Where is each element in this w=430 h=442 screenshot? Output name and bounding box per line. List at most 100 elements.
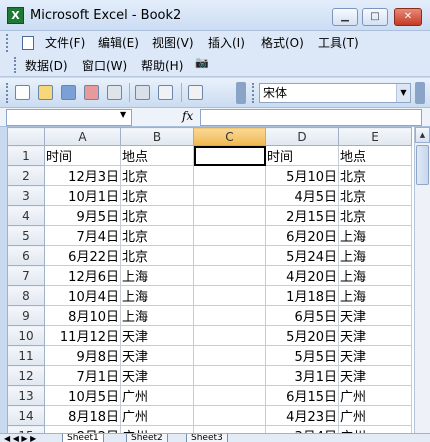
cell-d14[interactable]: 4月23日 <box>265 405 339 426</box>
column-header-a[interactable]: A <box>44 127 121 146</box>
cell-d4[interactable]: 2月15日 <box>265 205 339 226</box>
row-header[interactable]: 12 <box>7 365 45 386</box>
camera-icon[interactable]: 📷 <box>195 56 209 69</box>
cell-e7[interactable]: 上海 <box>338 265 412 286</box>
cell-e15[interactable]: 广州 <box>338 425 412 433</box>
cell-c4[interactable] <box>193 205 266 226</box>
menu-edit[interactable]: 编辑(E) <box>98 34 139 51</box>
cell-a5[interactable]: 7月4日 <box>44 225 121 246</box>
excel-app-icon[interactable]: X <box>7 7 24 24</box>
row-header[interactable]: 10 <box>7 325 45 346</box>
email-icon[interactable] <box>107 85 122 100</box>
cell-a4[interactable]: 9月5日 <box>44 205 121 226</box>
column-header-c[interactable]: C <box>193 127 266 146</box>
menu-help[interactable]: 帮助(H) <box>141 57 183 74</box>
cell-e8[interactable]: 上海 <box>338 285 412 306</box>
menu-format[interactable]: 格式(O) <box>261 34 304 51</box>
cell-a7[interactable]: 12月6日 <box>44 265 121 286</box>
cell-a11[interactable]: 9月8日 <box>44 345 121 366</box>
cell-c9[interactable] <box>193 305 266 326</box>
cell-d2[interactable]: 5月10日 <box>265 165 339 186</box>
cell-c13[interactable] <box>193 385 266 406</box>
cell-c10[interactable] <box>193 325 266 346</box>
cell-e9[interactable]: 天津 <box>338 305 412 326</box>
cell-b3[interactable]: 北京 <box>120 185 194 206</box>
tab-sheet1[interactable]: Sheet1 <box>62 434 104 442</box>
permission-icon[interactable] <box>84 85 99 100</box>
cell-b7[interactable]: 上海 <box>120 265 194 286</box>
cell-d1[interactable]: 时间 <box>265 145 339 166</box>
tab-sheet3[interactable]: Sheet3 <box>186 434 228 442</box>
menubar-grip-2[interactable] <box>14 57 17 73</box>
cell-e11[interactable]: 天津 <box>338 345 412 366</box>
cell-a3[interactable]: 10月1日 <box>44 185 121 206</box>
row-header[interactable]: 7 <box>7 265 45 286</box>
cell-c7[interactable] <box>193 265 266 286</box>
menu-file[interactable]: 文件(F) <box>45 34 85 51</box>
toolbar-grip[interactable] <box>6 83 9 103</box>
cell-e14[interactable]: 广州 <box>338 405 412 426</box>
cell-d12[interactable]: 3月1日 <box>265 365 339 386</box>
tab-navigation-arrows-icon[interactable]: ◀ ◀ ▶ ▶ <box>4 434 36 442</box>
column-header-b[interactable]: B <box>120 127 194 146</box>
toolbar-options-chevron-icon[interactable] <box>236 82 246 104</box>
open-icon[interactable] <box>38 85 53 100</box>
print-preview-icon[interactable] <box>158 85 173 100</box>
menu-tools[interactable]: 工具(T) <box>318 34 359 51</box>
print-icon[interactable] <box>135 85 150 100</box>
cell-e1[interactable]: 地点 <box>338 145 412 166</box>
cell-a1[interactable]: 时间 <box>44 145 121 166</box>
cell-c8[interactable] <box>193 285 266 306</box>
cell-b1[interactable]: 地点 <box>120 145 194 166</box>
cell-c14[interactable] <box>193 405 266 426</box>
cell-c15[interactable] <box>193 425 266 433</box>
name-box-dropdown-icon[interactable]: ▼ <box>120 110 126 119</box>
cell-d6[interactable]: 5月24日 <box>265 245 339 266</box>
scroll-up-icon[interactable]: ▲ <box>415 127 430 143</box>
cell-b10[interactable]: 天津 <box>120 325 194 346</box>
cell-d9[interactable]: 6月5日 <box>265 305 339 326</box>
row-header[interactable]: 3 <box>7 185 45 206</box>
cell-a14[interactable]: 8月18日 <box>44 405 121 426</box>
format-options-chevron-icon[interactable] <box>415 82 425 104</box>
cell-c3[interactable] <box>193 185 266 206</box>
cell-e10[interactable]: 天津 <box>338 325 412 346</box>
cell-c1[interactable] <box>193 145 266 166</box>
cell-d10[interactable]: 5月20日 <box>265 325 339 346</box>
menu-insert[interactable]: 插入(I) <box>208 34 245 51</box>
insert-function-icon[interactable]: fx <box>182 109 193 123</box>
menu-window[interactable]: 窗口(W) <box>82 57 127 74</box>
cell-e12[interactable]: 天津 <box>338 365 412 386</box>
menu-data[interactable]: 数据(D) <box>25 57 68 74</box>
cell-d7[interactable]: 4月20日 <box>265 265 339 286</box>
row-header[interactable]: 8 <box>7 285 45 306</box>
scroll-thumb[interactable] <box>416 145 429 185</box>
cell-b2[interactable]: 北京 <box>120 165 194 186</box>
row-header[interactable]: 2 <box>7 165 45 186</box>
cell-c2[interactable] <box>193 165 266 186</box>
select-all-corner[interactable] <box>7 127 45 146</box>
cell-b12[interactable]: 天津 <box>120 365 194 386</box>
cell-b4[interactable]: 北京 <box>120 205 194 226</box>
cell-a15[interactable]: 8月2日 <box>44 425 121 433</box>
save-icon[interactable] <box>61 85 76 100</box>
column-header-d[interactable]: D <box>265 127 339 146</box>
new-icon[interactable] <box>15 85 30 100</box>
cell-b14[interactable]: 广州 <box>120 405 194 426</box>
row-header[interactable]: 14 <box>7 405 45 426</box>
cell-a8[interactable]: 10月4日 <box>44 285 121 306</box>
row-header[interactable]: 5 <box>7 225 45 246</box>
row-header[interactable]: 13 <box>7 385 45 406</box>
cell-b8[interactable]: 上海 <box>120 285 194 306</box>
tab-sheet2[interactable]: Sheet2 <box>126 434 168 442</box>
cell-d5[interactable]: 6月20日 <box>265 225 339 246</box>
cell-c5[interactable] <box>193 225 266 246</box>
column-header-e[interactable]: E <box>338 127 412 146</box>
spelling-icon[interactable] <box>188 85 203 100</box>
name-box[interactable] <box>6 109 132 126</box>
cell-a9[interactable]: 8月10日 <box>44 305 121 326</box>
worksheet-grid[interactable]: A B C D E 1 时间 地点 时间 地点 2 12月3日 北京 5月10日 北京 3 10月1日… <box>7 127 414 433</box>
cell-d3[interactable]: 4月5日 <box>265 185 339 206</box>
row-header[interactable]: 15 <box>7 425 45 433</box>
cell-a2[interactable]: 12月3日 <box>44 165 121 186</box>
